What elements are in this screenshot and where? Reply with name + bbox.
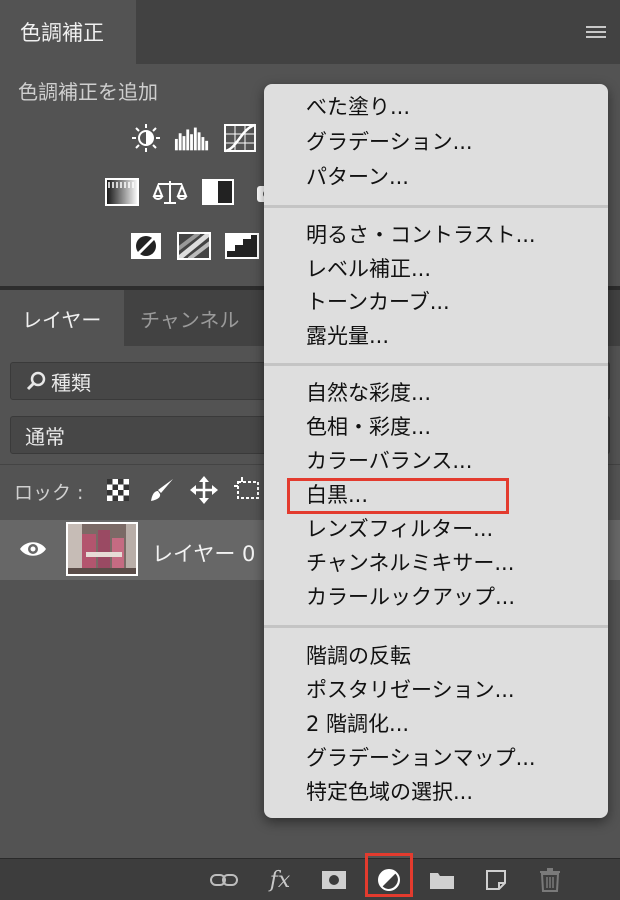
menu-item-gradient-map[interactable]: グラデーションマップ...	[306, 743, 536, 773]
lock-transparent-pixels-icon[interactable]	[100, 474, 136, 506]
black-white-icon[interactable]	[200, 176, 236, 208]
tab-layers[interactable]: レイヤー	[0, 290, 124, 346]
tab-channels[interactable]: チャンネル	[140, 290, 239, 346]
gradient-map-icon[interactable]	[104, 176, 140, 208]
layer-thumbnail[interactable]	[66, 522, 138, 576]
new-layer-icon[interactable]	[480, 866, 512, 894]
menu-item-hue-saturation[interactable]: 色相・彩度...	[306, 412, 431, 442]
menu-separator	[264, 625, 608, 628]
posterize-icon[interactable]	[176, 230, 212, 262]
adjustments-subtitle: 色調補正を追加	[18, 80, 158, 104]
folder-icon[interactable]	[426, 866, 458, 894]
menu-separator	[264, 205, 608, 208]
new-adjustment-layer-menu: べた塗り... グラデーション... パターン... 明るさ・コントラスト...…	[264, 84, 608, 818]
lock-artboard-icon[interactable]	[230, 474, 266, 506]
trash-icon[interactable]	[534, 866, 566, 894]
layer-filter-label: 種類	[51, 370, 91, 395]
color-balance-icon[interactable]	[152, 176, 188, 208]
eye-icon[interactable]	[18, 538, 48, 560]
menu-item-color-lookup[interactable]: カラールックアップ...	[306, 582, 515, 612]
menu-item-posterize[interactable]: ポスタリゼーション...	[306, 675, 515, 705]
layer-name[interactable]: レイヤー 0	[152, 538, 255, 568]
menu-item-photo-filter[interactable]: レンズフィルター...	[306, 514, 493, 544]
adjustment-icon-highlight	[365, 853, 413, 897]
tab-adjustments[interactable]: 色調補正	[0, 0, 136, 64]
levels-icon[interactable]	[174, 122, 210, 154]
brightness-contrast-icon[interactable]	[128, 122, 164, 154]
menu-item-vibrance[interactable]: 自然な彩度...	[306, 378, 431, 408]
menu-item-levels[interactable]: レベル補正...	[306, 254, 431, 284]
menu-item-threshold[interactable]: 2 階調化...	[306, 709, 409, 739]
menu-item-gradient[interactable]: グラデーション...	[306, 127, 473, 157]
menu-item-exposure[interactable]: 露光量...	[306, 321, 389, 351]
mask-icon[interactable]	[318, 866, 350, 894]
lock-label: ロック :	[14, 482, 84, 504]
fx-icon[interactable]: fx	[264, 866, 296, 894]
menu-item-curves[interactable]: トーンカーブ...	[306, 287, 450, 317]
lock-image-pixels-icon[interactable]	[144, 474, 180, 506]
menu-item-brightness-contrast[interactable]: 明るさ・コントラスト...	[306, 220, 536, 250]
curves-icon[interactable]	[222, 122, 258, 154]
link-icon[interactable]	[208, 866, 240, 894]
menu-item-solid-color[interactable]: べた塗り...	[306, 92, 410, 122]
invert-icon[interactable]	[128, 230, 164, 262]
menu-item-pattern[interactable]: パターン...	[306, 162, 409, 192]
blend-mode-value: 通常	[25, 424, 65, 449]
layers-bottom-bar	[0, 858, 620, 900]
menu-item-color-balance[interactable]: カラーバランス...	[306, 446, 472, 476]
menu-item-channel-mixer[interactable]: チャンネルミキサー...	[306, 548, 514, 578]
threshold-icon[interactable]	[224, 230, 260, 262]
search-icon	[25, 370, 47, 392]
menu-item-selective-color[interactable]: 特定色域の選択...	[306, 777, 473, 807]
menu-separator	[264, 363, 608, 366]
lock-position-icon[interactable]	[186, 474, 222, 506]
menu-item-invert[interactable]: 階調の反転	[306, 641, 411, 671]
black-white-highlight	[287, 478, 509, 514]
panel-menu-icon[interactable]	[586, 26, 606, 40]
